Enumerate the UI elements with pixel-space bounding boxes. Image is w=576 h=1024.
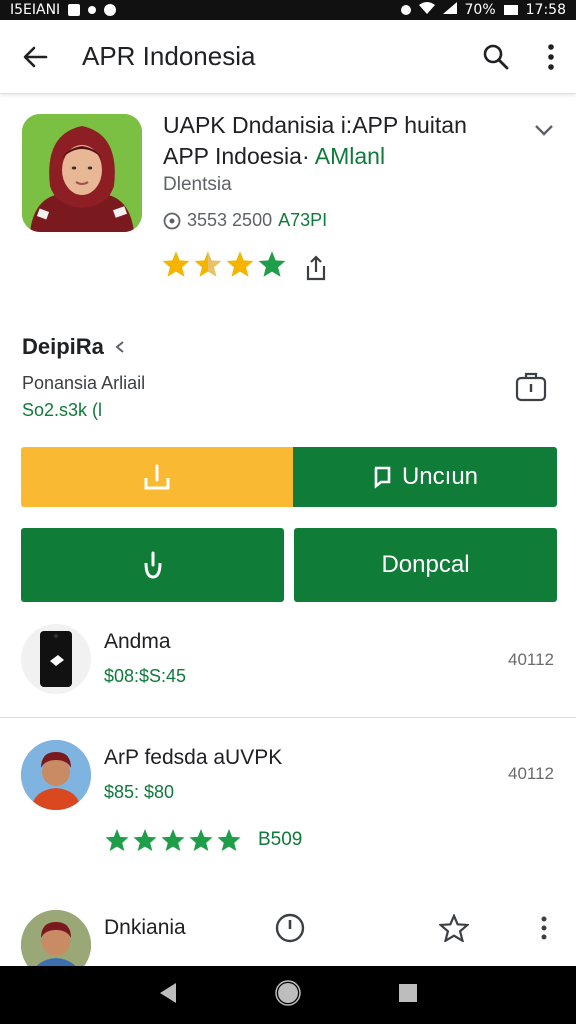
download-button[interactable] [21, 447, 293, 507]
section-size: So2.s3k (l [22, 400, 103, 420]
more-vert-icon [548, 43, 554, 70]
app-name-line2: APP Indoesia· AMlanl [163, 141, 503, 172]
notification-dot-icon [88, 6, 97, 14]
list-item-title: ArP fedsda aUVPK [104, 746, 283, 769]
nav-home-button[interactable] [275, 979, 301, 1011]
status-bar: I5EIANI 70% 17:58 [0, 0, 576, 20]
search-button[interactable] [466, 20, 526, 94]
app-bar: APR Indonesia [0, 20, 576, 94]
download-icon [144, 464, 170, 490]
star-green-icon [133, 829, 157, 851]
star-icon [226, 251, 254, 277]
touch-icon [144, 551, 161, 579]
open-label: Donpcal [381, 551, 470, 578]
section-title: DeipiRa [22, 334, 126, 360]
nav-back-button[interactable] [158, 982, 178, 1009]
vibrate-icon [400, 5, 411, 15]
list-item-price: $08:$S:45 [104, 666, 187, 686]
star-outline-icon [439, 914, 469, 942]
signal-icon [442, 2, 457, 18]
more-vert-icon [541, 916, 547, 940]
list-item-code: 40112 [507, 650, 554, 669]
app-name-line1: UAPK Dndanisia i:APP huitan [163, 112, 467, 138]
touch-button[interactable] [21, 528, 284, 602]
app-header: UAPK Dndanisia i:APP huitan APP Indoesia… [0, 104, 576, 304]
uninstall-label: Uncıun [401, 463, 479, 490]
alert-icon [104, 4, 117, 16]
star-icon [162, 251, 190, 277]
phone-image [40, 631, 72, 687]
avatar [21, 624, 91, 694]
nav-recents-button[interactable] [398, 983, 418, 1008]
rating-stars [161, 250, 287, 278]
back-arrow-icon [23, 46, 48, 67]
list-item[interactable]: ArP fedsda aUVPK $85: $80 40112 B509 [0, 738, 576, 868]
nav-recents-icon [398, 983, 417, 1002]
action-bar: Uncıun [21, 447, 557, 507]
status-carrier-text: I5EIANI [10, 2, 61, 18]
app-name: UAPK Dndanisia i:APP huitan APP Indoesia… [163, 110, 503, 172]
app-meta: 3553 2500 A73PI [163, 210, 327, 231]
status-right: 70% 17:58 [400, 2, 566, 18]
person-avatar-image [21, 910, 91, 966]
app-name-line2-plain: APP Indoesia· [163, 143, 310, 169]
list-item-title: Dnkiania [104, 916, 186, 939]
list-item[interactable]: Dnkiania [0, 904, 576, 966]
star-green-icon [258, 251, 286, 277]
chevron-down-icon [535, 125, 553, 136]
avatar [21, 910, 91, 966]
uninstall-button[interactable]: Uncıun [293, 447, 557, 507]
nav-back-icon [160, 982, 177, 1003]
notification-icon [68, 4, 81, 16]
chevron-left-icon[interactable] [114, 340, 126, 354]
open-button[interactable]: Donpcal [294, 528, 557, 602]
avatar [21, 740, 91, 810]
meta-accent: A73PI [278, 210, 328, 230]
expand-button[interactable] [526, 112, 562, 148]
page-title: APR Indonesia [82, 41, 256, 71]
app-portrait-image [22, 114, 142, 232]
list-item-title: Andma [104, 630, 171, 653]
nav-home-icon [275, 979, 301, 1006]
section-subtitle: Ponansia Arliail [22, 373, 146, 393]
share-icon [306, 255, 326, 281]
wishlist-icon [515, 372, 547, 402]
meta-plain: 3553 2500 [187, 210, 273, 230]
list-item-stars: B509 [104, 828, 302, 852]
star-green-icon [161, 829, 185, 851]
star-green-icon [217, 829, 241, 851]
timer-button[interactable] [272, 910, 308, 946]
section-title-text: DeipiRa [22, 334, 104, 359]
divider [0, 717, 576, 718]
app-name-line2-accent: AMlanl [314, 143, 386, 169]
developer-name[interactable]: Dlentsia [163, 174, 232, 196]
search-icon [483, 44, 509, 69]
timer-icon [275, 913, 305, 943]
star-green-icon [105, 829, 129, 851]
item-more-button[interactable] [532, 912, 556, 944]
open-icon [374, 466, 391, 489]
more-options-button[interactable] [526, 20, 576, 94]
list-item-code: 40112 [507, 764, 554, 783]
app-icon[interactable] [22, 114, 142, 232]
wifi-icon [418, 2, 435, 18]
battery-percent: 70% [464, 2, 496, 18]
battery-icon [503, 5, 518, 15]
star-button[interactable] [436, 910, 472, 946]
status-left: I5EIANI [10, 2, 117, 18]
list-item[interactable]: Andma $08:$S:45 40112 [0, 620, 576, 716]
info-circle-icon [163, 212, 181, 229]
system-nav-bar [0, 966, 576, 1024]
list-item-price: $85: $80 [104, 782, 175, 802]
status-time: 17:58 [525, 2, 566, 18]
star-half-icon [194, 251, 222, 277]
star-green-icon [189, 829, 213, 851]
wishlist-button[interactable] [510, 366, 552, 408]
list-item-stars-label: B509 [258, 829, 303, 850]
share-button[interactable] [300, 252, 332, 284]
person-avatar-image [21, 740, 91, 810]
action-bar-secondary: Donpcal [21, 528, 557, 602]
back-button[interactable] [0, 20, 70, 94]
